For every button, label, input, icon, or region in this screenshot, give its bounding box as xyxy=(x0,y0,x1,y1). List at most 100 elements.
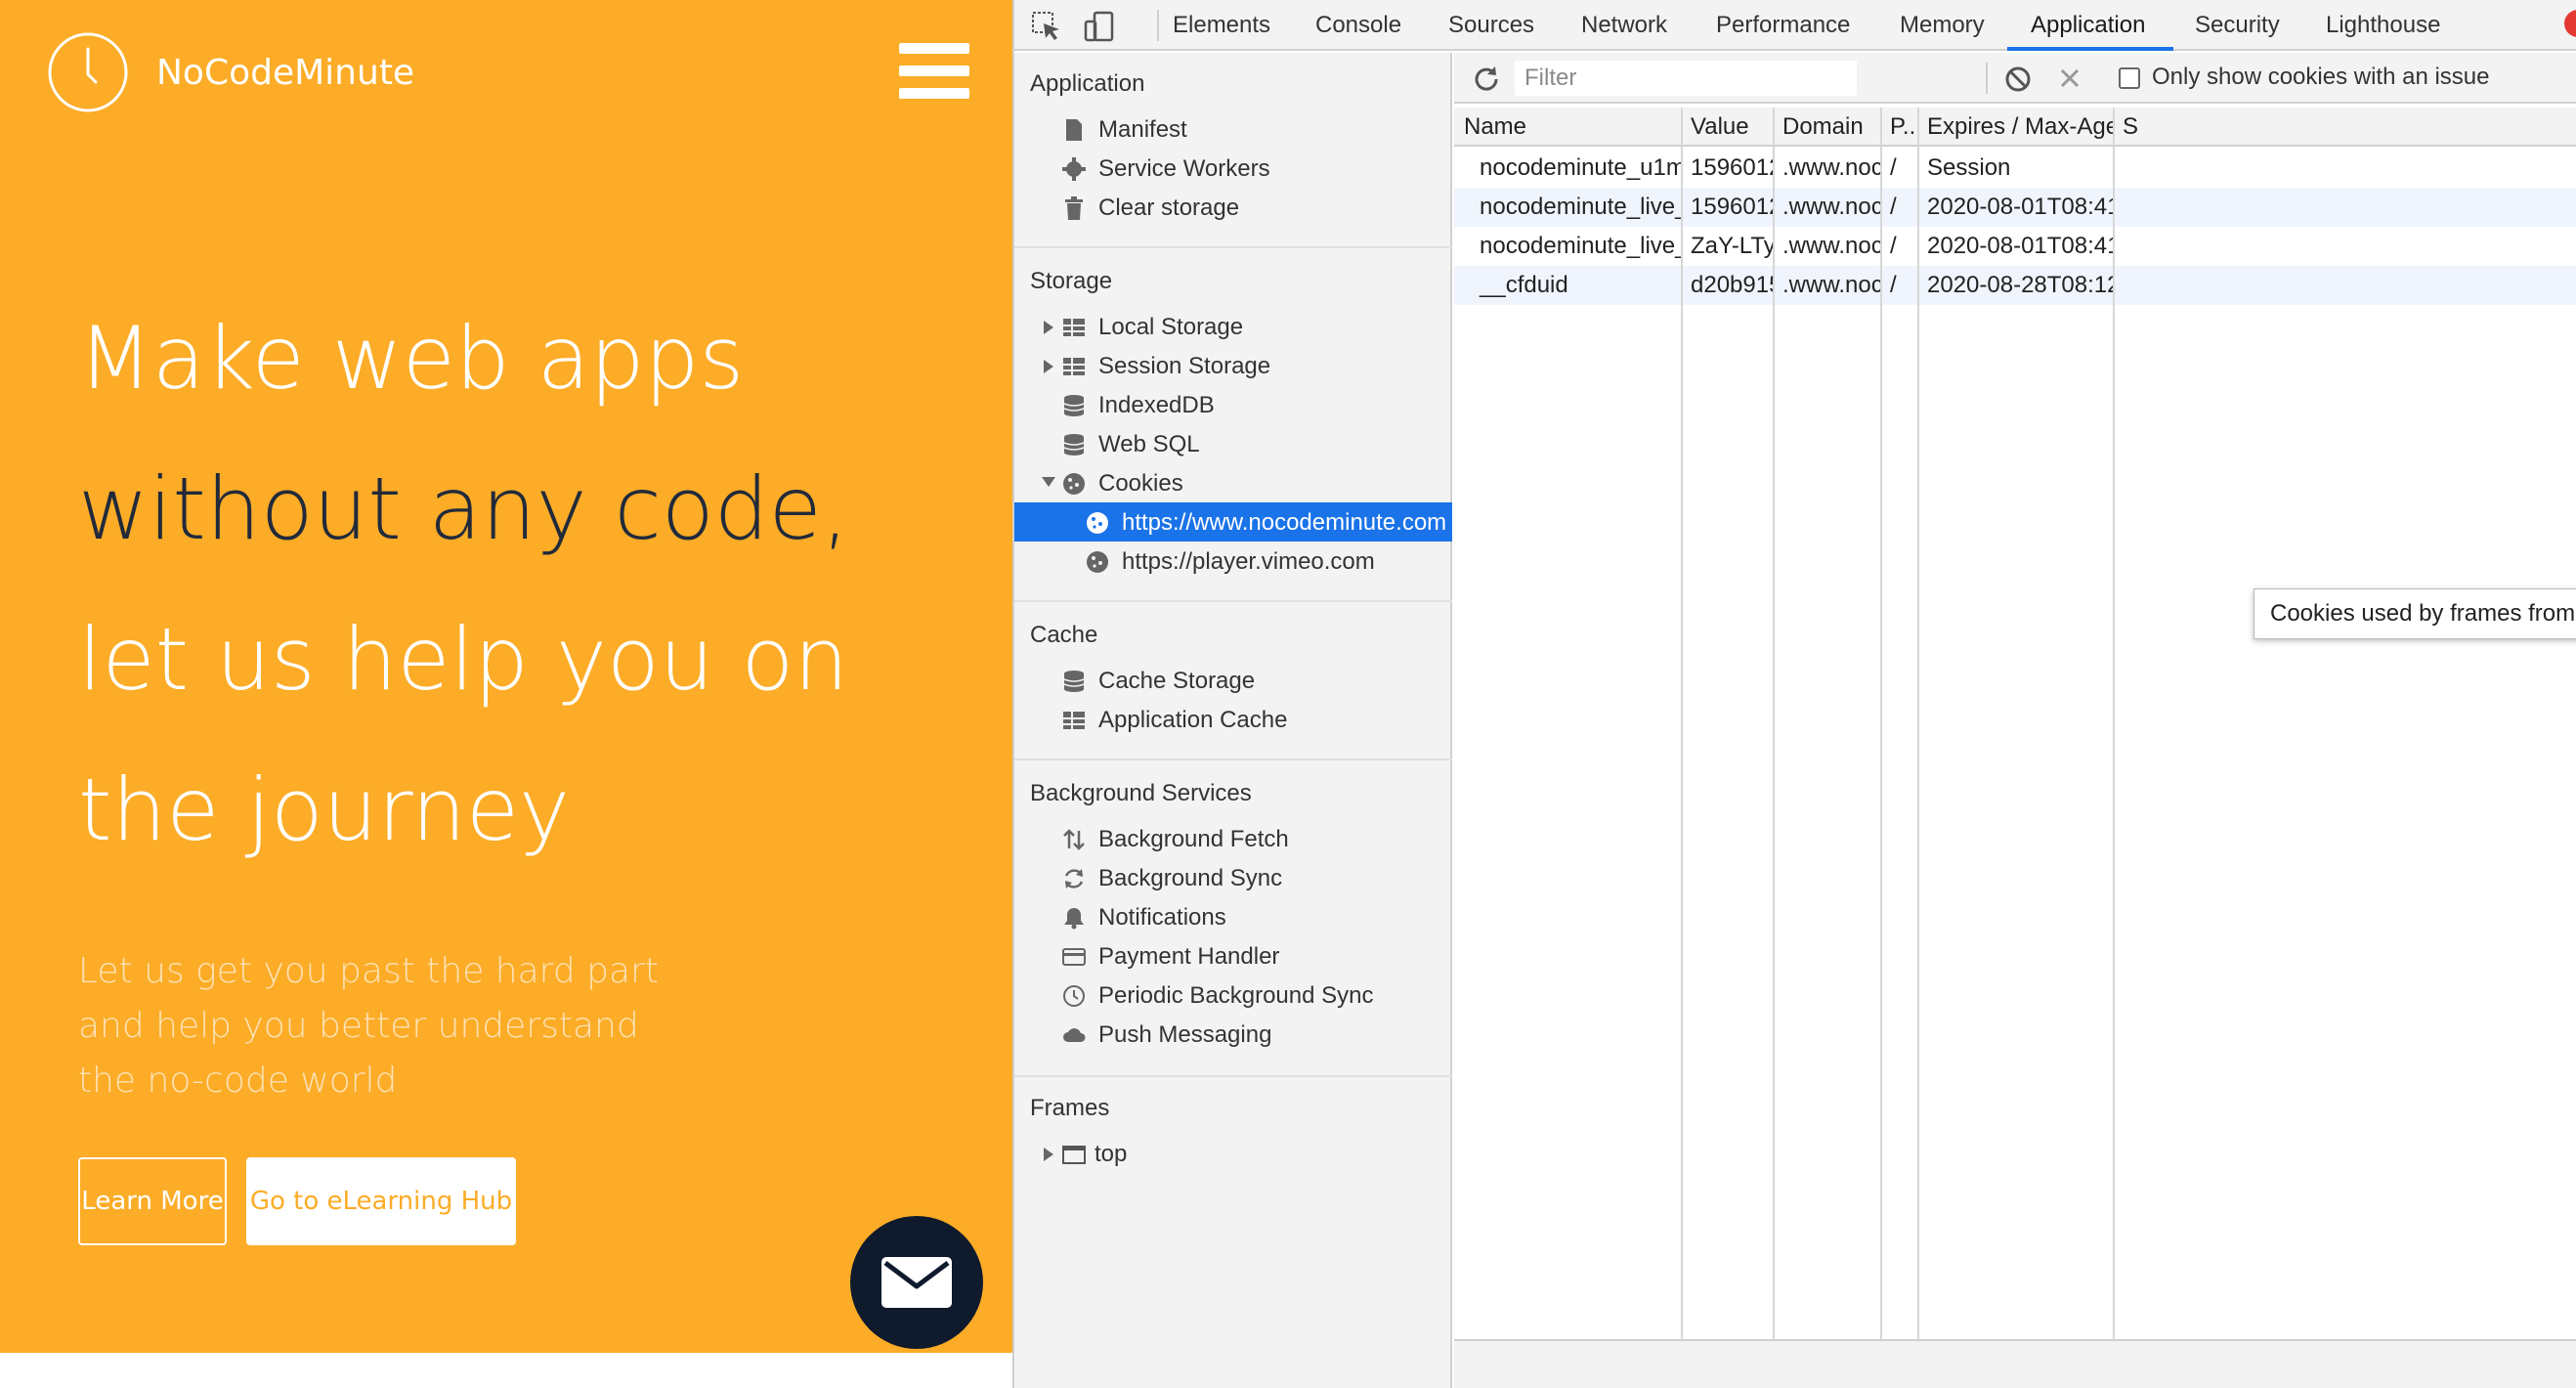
expand-arrow-icon[interactable] xyxy=(1044,321,1053,334)
column-divider[interactable] xyxy=(1917,108,1919,1349)
learn-more-button[interactable]: Learn More xyxy=(78,1157,227,1245)
headline-line: without any code, xyxy=(78,458,849,559)
frame-window-icon xyxy=(1062,1146,1086,1164)
tab-lighthouse[interactable]: Lighthouse xyxy=(2326,0,2440,51)
sidebar-item-session-storage[interactable]: Session Storage xyxy=(1014,346,1452,385)
cell-domain: .www.nocod… xyxy=(1782,194,1880,220)
sidebar-item-notifications[interactable]: Notifications xyxy=(1014,897,1452,936)
sidebar-item-payment-handler[interactable]: Payment Handler xyxy=(1014,936,1452,976)
clock-logo-icon[interactable] xyxy=(47,31,129,113)
column-header-size[interactable]: S xyxy=(2113,108,2576,147)
table-row[interactable]: nocodeminute_u1main 15960120… .www.nocod… xyxy=(1454,149,2576,188)
sidebar-item-label: Clear storage xyxy=(1098,195,1240,221)
document-icon xyxy=(1066,119,1082,141)
sidebar-item-label: https://www.nocodeminute.com xyxy=(1122,509,1447,536)
tab-elements[interactable]: Elements xyxy=(1173,0,1270,51)
tab-application[interactable]: Application xyxy=(2031,0,2145,51)
section-title-cache: Cache xyxy=(1030,622,1098,648)
headline-line: let us help you on xyxy=(78,609,849,710)
cell-path: / xyxy=(1890,194,1897,220)
website-preview: NoCodeMinute Make web apps without any c… xyxy=(0,0,1012,1388)
subtext-line: Let us get you past the hard part xyxy=(78,951,659,991)
sidebar-item-label: Local Storage xyxy=(1098,314,1244,340)
column-header-path[interactable]: P... xyxy=(1880,108,1917,147)
cell-value: 15960120… xyxy=(1691,194,1773,220)
clear-filter-icon[interactable] xyxy=(2056,65,2083,92)
brand-name[interactable]: NoCodeMinute xyxy=(156,53,414,93)
elearning-hub-button[interactable]: Go to eLearning Hub xyxy=(246,1157,516,1245)
sidebar-item-cache-storage[interactable]: Cache Storage xyxy=(1014,661,1452,700)
column-divider[interactable] xyxy=(2113,108,2115,1349)
devtools-panel: Elements Console Sources Network Perform… xyxy=(1012,0,2576,1388)
hamburger-menu-icon[interactable] xyxy=(899,43,969,100)
column-divider[interactable] xyxy=(1681,108,1683,1349)
cell-value: 15960120… xyxy=(1691,154,1773,181)
hero-subtext: Let us get you past the hard part and he… xyxy=(78,944,665,1108)
sidebar-item-manifest[interactable]: Manifest xyxy=(1014,109,1452,149)
device-toolbar-icon[interactable] xyxy=(1083,10,1116,43)
sidebar-item-background-fetch[interactable]: Background Fetch xyxy=(1014,819,1452,858)
tab-console[interactable]: Console xyxy=(1315,0,1401,51)
database-icon xyxy=(1063,671,1085,692)
column-header-domain[interactable]: Domain xyxy=(1773,108,1880,147)
block-cookies-icon[interactable] xyxy=(2003,65,2033,94)
inspect-element-icon[interactable] xyxy=(1030,10,1063,43)
sidebar-item-web-sql[interactable]: Web SQL xyxy=(1014,424,1452,463)
sidebar-item-clear-storage[interactable]: Clear storage xyxy=(1014,188,1452,227)
column-header-expires[interactable]: Expires / Max-Age xyxy=(1917,108,2113,147)
table-row[interactable]: nocodeminute_live_u2main.sig ZaY-LTyTS… … xyxy=(1454,227,2576,266)
tab-security[interactable]: Security xyxy=(2195,0,2280,51)
expand-arrow-icon[interactable] xyxy=(1044,1148,1053,1161)
sidebar-item-application-cache[interactable]: Application Cache xyxy=(1014,700,1452,739)
sidebar-item-background-sync[interactable]: Background Sync xyxy=(1014,858,1452,897)
error-badge-icon[interactable] xyxy=(2564,10,2576,37)
issue-only-label: Only show cookies with an issue xyxy=(2152,64,2490,90)
section-divider xyxy=(1014,600,1452,602)
sidebar-item-push-messaging[interactable]: Push Messaging xyxy=(1014,1015,1452,1054)
sidebar-item-periodic-background-sync[interactable]: Periodic Background Sync xyxy=(1014,976,1452,1015)
sidebar-item-label: Periodic Background Sync xyxy=(1098,982,1374,1009)
sidebar-item-service-workers[interactable]: Service Workers xyxy=(1014,149,1452,188)
column-header-name[interactable]: Name xyxy=(1454,108,1681,147)
tab-performance[interactable]: Performance xyxy=(1716,0,1850,51)
hero-headline: Make web apps without any code, let us h… xyxy=(78,283,997,886)
sidebar-item-label: Application Cache xyxy=(1098,707,1288,733)
sidebar-item-local-storage[interactable]: Local Storage xyxy=(1014,307,1452,346)
sidebar-item-indexeddb[interactable]: IndexedDB xyxy=(1014,385,1452,424)
tab-network[interactable]: Network xyxy=(1581,0,1667,51)
tab-memory[interactable]: Memory xyxy=(1900,0,1985,51)
table-row[interactable]: nocodeminute_live_u2main 15960120… .www.… xyxy=(1454,188,2576,227)
filter-input[interactable] xyxy=(1515,61,1857,96)
frame-cookies-tooltip: Cookies used by frames from https://play… xyxy=(2254,588,2576,639)
sidebar-item-label: Session Storage xyxy=(1098,353,1271,379)
contact-mail-button[interactable] xyxy=(850,1216,983,1349)
cell-expires: 2020-08-01T08:41:06.124Z xyxy=(1927,233,2113,259)
table-row[interactable]: __cfduid d20b9153… .www.nocod… / 2020-08… xyxy=(1454,266,2576,305)
column-divider[interactable] xyxy=(1880,108,1882,1349)
collapse-arrow-icon[interactable] xyxy=(1042,477,1055,487)
sidebar-item-label: Push Messaging xyxy=(1098,1021,1272,1048)
sidebar-item-label: Payment Handler xyxy=(1098,943,1280,970)
issue-only-checkbox[interactable] xyxy=(2119,67,2140,89)
column-header-value[interactable]: Value xyxy=(1681,108,1773,147)
section-title-storage: Storage xyxy=(1030,268,1113,294)
grid-table-icon xyxy=(1063,358,1085,375)
sidebar-item-cookie-nocodeminute[interactable]: https://www.nocodeminute.com xyxy=(1014,502,1452,542)
sidebar-item-label: Background Fetch xyxy=(1098,826,1289,852)
sidebar-item-cookies[interactable]: Cookies xyxy=(1014,463,1452,502)
sidebar-item-cookie-vimeo[interactable]: https://player.vimeo.com xyxy=(1014,542,1452,581)
cookie-icon xyxy=(1063,473,1085,495)
column-divider[interactable] xyxy=(1773,108,1775,1349)
sidebar-item-label: Cookies xyxy=(1098,470,1183,497)
database-icon xyxy=(1063,395,1085,416)
headline-line: the journey xyxy=(78,759,571,860)
sidebar-item-frame-top[interactable]: top xyxy=(1014,1134,1452,1173)
cell-path: / xyxy=(1890,154,1897,181)
sidebar-item-label: Manifest xyxy=(1098,116,1187,143)
cell-name: nocodeminute_live_u2main.sig xyxy=(1480,233,1681,259)
section-divider xyxy=(1014,246,1452,248)
tab-sources[interactable]: Sources xyxy=(1448,0,1534,51)
expand-arrow-icon[interactable] xyxy=(1044,360,1053,373)
subtext-line: the no-code world xyxy=(78,1061,398,1101)
refresh-icon[interactable] xyxy=(1472,65,1501,94)
